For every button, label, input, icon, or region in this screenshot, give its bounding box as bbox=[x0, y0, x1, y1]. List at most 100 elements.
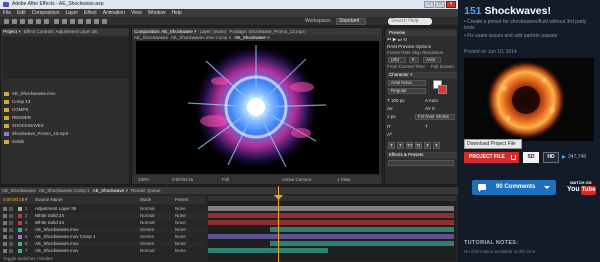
sd-button[interactable]: SD bbox=[523, 152, 539, 163]
first-frame-icon[interactable]: ⏮ bbox=[387, 37, 391, 42]
comments-button[interactable]: 90 Comments bbox=[472, 180, 556, 195]
layer-mode-select[interactable]: Normal bbox=[140, 248, 155, 254]
project-file-button[interactable]: PROJECT FILE bbox=[464, 152, 519, 163]
column-source-name[interactable]: Source Name bbox=[35, 196, 63, 204]
workspace-select[interactable]: Standard bbox=[336, 18, 366, 25]
hand-tool-icon[interactable] bbox=[12, 19, 17, 24]
puppet-tool-icon[interactable] bbox=[102, 19, 107, 24]
pen-tool-icon[interactable] bbox=[62, 19, 67, 24]
current-time-indicator[interactable] bbox=[278, 186, 279, 262]
font-family-select[interactable]: Arial Nova bbox=[388, 80, 426, 86]
toggle-switches-modes[interactable]: Toggle Switches / Modes bbox=[3, 256, 53, 261]
layer-mode-select[interactable]: Normal bbox=[140, 206, 155, 212]
effects-presets-header[interactable]: Effects & Presets bbox=[387, 152, 457, 158]
project-item[interactable]: AE_Shockwaves.mov bbox=[4, 90, 56, 97]
full-screen-checkbox[interactable]: Full Screen bbox=[431, 64, 454, 70]
watch-on-youtube-link[interactable]: WATCH ON You Tube bbox=[567, 180, 597, 198]
layer-label-color[interactable] bbox=[18, 249, 22, 253]
clone-stamp-tool-icon[interactable] bbox=[86, 19, 91, 24]
all-caps-button[interactable]: TT bbox=[406, 142, 413, 149]
views-select[interactable]: 1 View bbox=[337, 175, 350, 184]
last-frame-icon[interactable]: ⏭ bbox=[398, 37, 402, 42]
superscript-button[interactable]: T bbox=[424, 142, 431, 149]
tab-project[interactable]: Project × bbox=[3, 28, 21, 35]
layer-name[interactable]: AE_Shockwaves.mov bbox=[35, 227, 79, 233]
menu-animation[interactable]: Animation bbox=[103, 9, 125, 17]
minimize-button[interactable]: – bbox=[424, 1, 434, 8]
audio-icon[interactable] bbox=[9, 214, 13, 218]
layer-mode-select[interactable]: Screen bbox=[140, 227, 154, 233]
audio-icon[interactable] bbox=[9, 228, 13, 232]
layer-label-color[interactable] bbox=[18, 235, 22, 239]
layer-parent-select[interactable]: None bbox=[175, 206, 186, 212]
tab-footage[interactable]: Footage: Shockwave_Promo_13.mp4 bbox=[229, 28, 304, 35]
layer-label-color[interactable] bbox=[18, 214, 22, 218]
layer-parent-select[interactable]: None bbox=[175, 227, 186, 233]
column-mode[interactable]: Mode bbox=[140, 196, 151, 204]
audio-icon[interactable] bbox=[9, 221, 13, 225]
loop-icon[interactable]: ⟲ bbox=[403, 37, 407, 42]
layer-duration-bar[interactable] bbox=[208, 248, 328, 253]
timeline-track-area[interactable] bbox=[208, 196, 456, 261]
visibility-eye-icon[interactable] bbox=[3, 214, 7, 218]
layer-parent-select[interactable]: None bbox=[175, 213, 186, 219]
search-help-input[interactable]: Search Help bbox=[388, 18, 432, 25]
layer-parent-select[interactable]: None bbox=[175, 234, 186, 240]
timeline-layer-row[interactable]: 6 AE_Shockwaves.mov Screen None bbox=[0, 241, 206, 247]
layer-mode-select[interactable]: Screen bbox=[140, 241, 154, 247]
resolution-select[interactable]: Full bbox=[222, 175, 229, 184]
project-item[interactable]: Shockwave_Promo_13.mp4 bbox=[4, 130, 68, 137]
audio-icon[interactable] bbox=[9, 242, 13, 246]
rotate-tool-icon[interactable] bbox=[28, 19, 33, 24]
camera-select[interactable]: Active Camera bbox=[282, 175, 312, 184]
zoom-level-select[interactable]: 100% bbox=[138, 175, 150, 184]
leading-value[interactable]: Auto bbox=[429, 98, 438, 103]
layer-name[interactable]: White Solid 24 bbox=[35, 213, 64, 219]
layer-name[interactable]: AE_Shockwaves.mov bbox=[35, 241, 79, 247]
type-tool-icon[interactable] bbox=[70, 19, 75, 24]
layer-parent-select[interactable]: None bbox=[175, 241, 186, 247]
menu-window[interactable]: Window bbox=[148, 9, 166, 17]
visibility-eye-icon[interactable] bbox=[3, 235, 7, 239]
layer-name[interactable]: AE_Shockwaves.mov Comp 1 bbox=[35, 234, 96, 240]
zoom-tool-icon[interactable] bbox=[20, 19, 25, 24]
layer-name[interactable]: Adjustment Layer 36 bbox=[35, 206, 76, 212]
tab-composition[interactable]: Composition: AE_Shockwave × bbox=[134, 28, 197, 35]
resolution-field[interactable]: Auto bbox=[423, 57, 441, 63]
visibility-eye-icon[interactable] bbox=[3, 207, 7, 211]
menu-help[interactable]: Help bbox=[171, 9, 181, 17]
small-caps-button[interactable]: Tt bbox=[415, 142, 422, 149]
faux-italic-button[interactable]: T bbox=[397, 142, 404, 149]
layer-label-color[interactable] bbox=[18, 221, 22, 225]
tracking-value[interactable]: 0 bbox=[432, 106, 435, 111]
play-icon[interactable]: ▶ bbox=[392, 37, 396, 42]
layer-label-color[interactable] bbox=[18, 228, 22, 232]
character-panel-header[interactable]: Character × bbox=[387, 72, 457, 78]
layer-parent-select[interactable]: None bbox=[175, 220, 186, 226]
layer-mode-select[interactable]: Normal bbox=[140, 220, 155, 226]
menu-view[interactable]: View bbox=[131, 9, 142, 17]
layer-label-color[interactable] bbox=[18, 207, 22, 211]
visibility-eye-icon[interactable] bbox=[3, 228, 7, 232]
menu-layer[interactable]: Layer bbox=[65, 9, 78, 17]
font-style-select[interactable]: Regular bbox=[388, 88, 426, 94]
tab-effect-controls[interactable]: Effect Controls: Adjustment Layer 36 bbox=[24, 28, 97, 35]
project-item[interactable]: COMPS bbox=[4, 106, 29, 113]
close-button[interactable]: × bbox=[446, 1, 456, 8]
time-ruler[interactable] bbox=[208, 196, 456, 201]
from-current-time-checkbox[interactable]: From Current Time bbox=[387, 64, 425, 70]
maximize-button[interactable]: □ bbox=[435, 1, 445, 8]
brush-tool-icon[interactable] bbox=[78, 19, 83, 24]
timeline-layer-row[interactable]: 3 White Solid 24 Normal None bbox=[0, 220, 206, 226]
eraser-tool-icon[interactable] bbox=[94, 19, 99, 24]
layer-label-color[interactable] bbox=[18, 242, 22, 246]
faux-bold-button[interactable]: T bbox=[388, 142, 395, 149]
stroke-color-swatch[interactable] bbox=[438, 85, 447, 94]
tab-timeline-comp[interactable]: AE_Shockwaves bbox=[2, 187, 36, 194]
timeline-timecode[interactable]: 0:00:00:15 bbox=[3, 196, 24, 204]
layer-duration-bar[interactable] bbox=[270, 227, 454, 232]
layer-duration-bar[interactable] bbox=[208, 234, 454, 239]
project-item[interactable]: RENDER bbox=[4, 114, 31, 121]
layer-parent-select[interactable]: None bbox=[175, 248, 186, 254]
layer-name[interactable]: AE_Shockwaves.mov bbox=[35, 248, 79, 254]
